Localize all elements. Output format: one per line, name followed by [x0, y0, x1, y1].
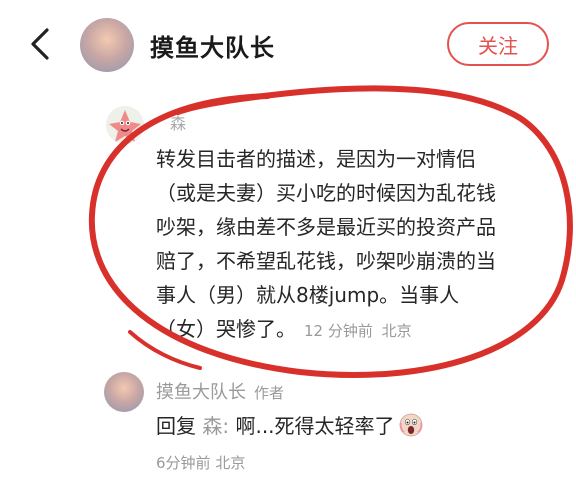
comment-line: 吵架，缘由差不多是最近买的投资产品: [156, 215, 496, 239]
comment-line: （或是夫妻）买小吃的时候因为乱花钱: [156, 181, 496, 205]
reply-meta: 6分钟前 北京: [156, 452, 245, 473]
reply-prefix: 回复: [156, 414, 196, 438]
comment-line-last: （女）哭惨了。 12 分钟前 北京: [156, 312, 556, 348]
screaming-face-emoji-icon: [399, 413, 422, 437]
chevron-left-icon: [31, 28, 49, 60]
reply-mention[interactable]: 森:: [202, 414, 229, 438]
comment-line: 赔了，不希望乱花钱，吵架吵崩溃的当: [156, 249, 496, 273]
comment-line-text: （女）哭惨了。: [156, 317, 296, 341]
comment-line: 事人（男）就从8楼jump。当事人: [156, 283, 460, 307]
header-username[interactable]: 摸鱼大队长: [150, 28, 275, 63]
reply-username-row: 摸鱼大队长 作者: [156, 378, 284, 404]
reply-body: 啊...死得太轻率了: [235, 414, 395, 438]
follow-button[interactable]: 关注: [447, 22, 549, 66]
commenter-avatar[interactable]: [106, 106, 144, 144]
starfish-avatar-icon: [106, 106, 144, 144]
reply-location: 北京: [215, 454, 246, 472]
comment-location: 北京: [381, 322, 412, 340]
commenter-username[interactable]: 森: [170, 110, 186, 134]
comment-time: 12 分钟前: [304, 322, 373, 340]
author-tag: 作者: [254, 384, 285, 402]
back-button[interactable]: [22, 22, 58, 66]
reply-author-avatar[interactable]: [104, 372, 144, 412]
reply-time: 6分钟前: [156, 454, 211, 472]
author-avatar[interactable]: [80, 18, 134, 72]
comment-text: 转发目击者的描述，是因为一对情侣 （或是夫妻）买小吃的时候因为乱花钱 吵架，缘由…: [156, 142, 556, 348]
comment-meta: 12 分钟前 北京: [304, 322, 412, 340]
reply-username[interactable]: 摸鱼大队长: [156, 382, 246, 403]
comment-line: 转发目击者的描述，是因为一对情侣: [156, 147, 476, 171]
reply-text: 回复 森: 啊...死得太轻率了: [156, 410, 423, 439]
header-bar: 摸鱼大队长 关注: [0, 0, 576, 92]
